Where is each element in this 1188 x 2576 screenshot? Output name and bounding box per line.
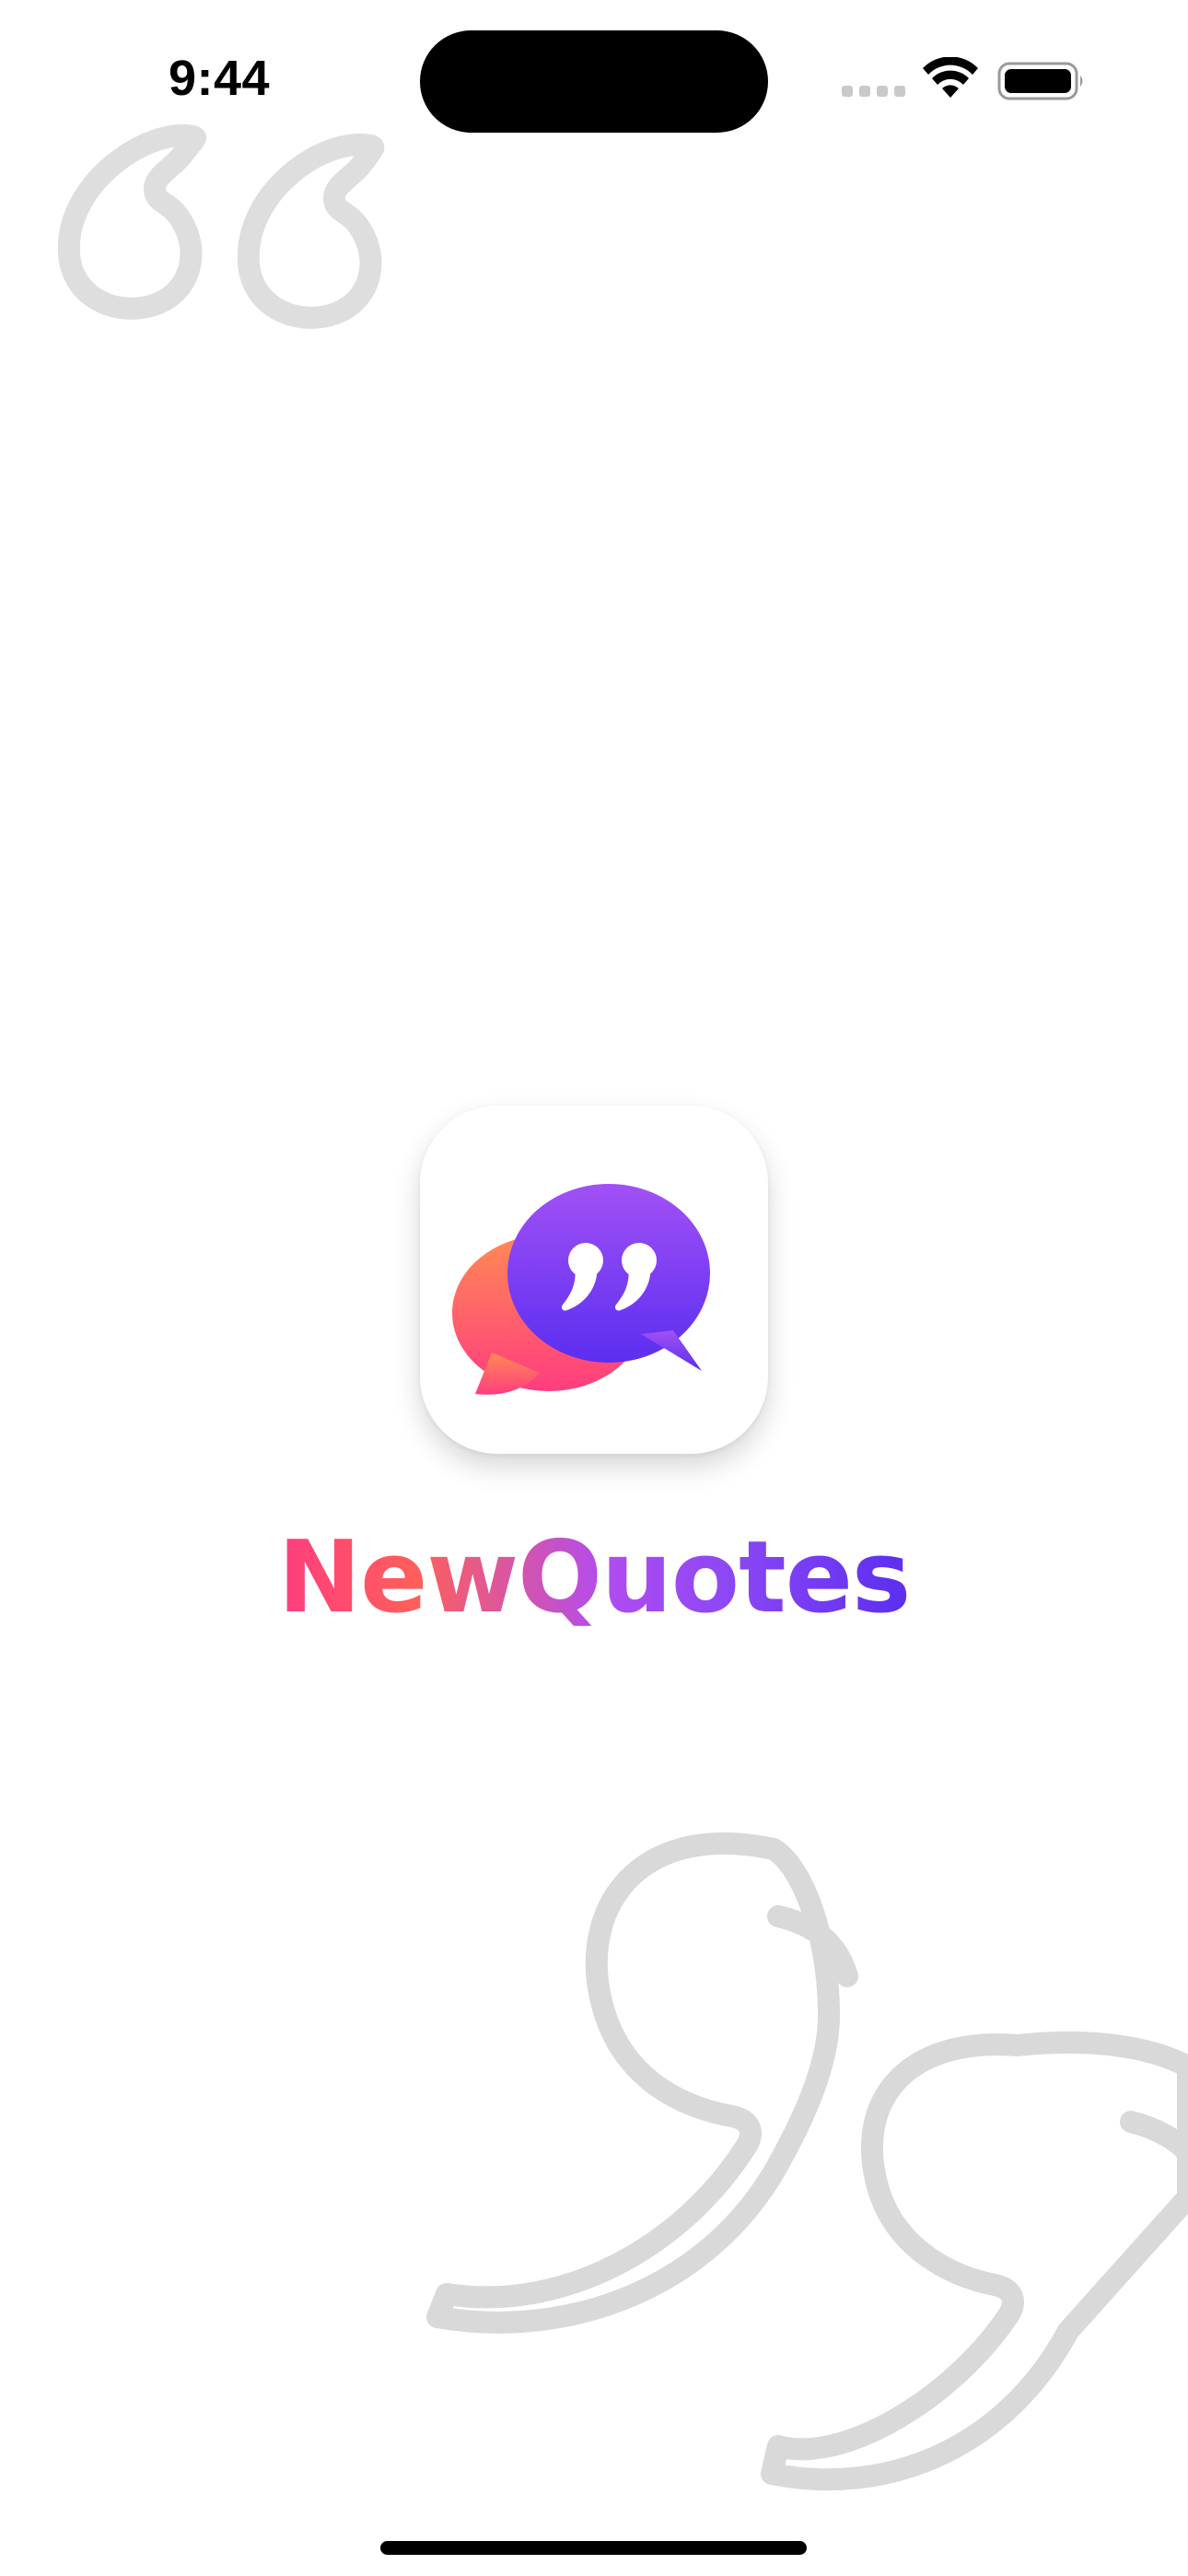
app-name: NewQuotes — [0, 1518, 1188, 1638]
speech-bubbles-quote-icon — [452, 1184, 710, 1395]
open-quote-mark-icon — [57, 123, 385, 329]
cellular-signal-icon — [842, 86, 906, 99]
wifi-icon — [923, 57, 978, 98]
status-time: 9:44 — [169, 51, 271, 106]
app-name-text: NewQuotes — [277, 1520, 911, 1635]
close-quote-mark-icon — [426, 1832, 1188, 2491]
dynamic-island — [420, 30, 768, 133]
app-icon — [420, 1106, 768, 1454]
home-indicator[interactable] — [380, 2541, 807, 2555]
battery-icon — [997, 62, 1083, 100]
